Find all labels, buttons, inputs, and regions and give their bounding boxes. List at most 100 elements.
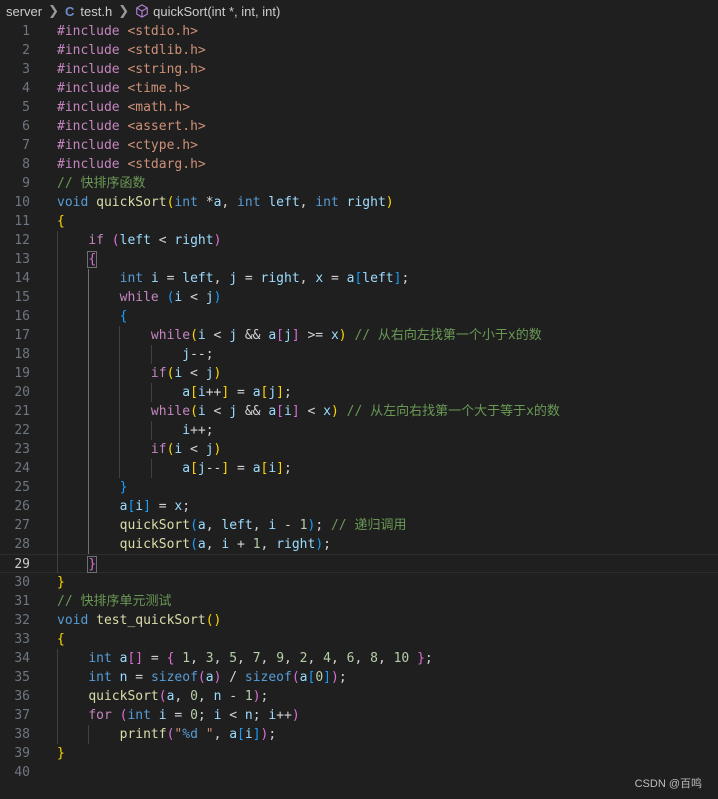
code-line[interactable]: 32 void test_quickSort() <box>0 611 718 630</box>
code-line[interactable]: 26 a[i] = x; <box>0 497 718 516</box>
code-line[interactable]: 5 #include <math.h> <box>0 98 718 117</box>
code-token: && <box>237 328 269 343</box>
code-token: ; <box>182 499 191 514</box>
code-token: // 递归调用 <box>330 518 407 533</box>
line-number: 23 <box>14 442 30 457</box>
code-text: while (i < j) <box>57 288 222 307</box>
code-line[interactable]: 39} <box>0 744 718 763</box>
code-token: ) <box>385 195 394 210</box>
code-line[interactable]: 25 } <box>0 478 718 497</box>
code-line[interactable]: 38 printf("%d ", a[i]); <box>0 725 718 744</box>
code-line[interactable]: 22 i++; <box>0 421 718 440</box>
code-token: left <box>119 233 151 248</box>
code-text: { <box>57 307 128 326</box>
code-token: ; <box>323 537 331 552</box>
code-line[interactable]: 33 { <box>0 630 718 649</box>
code-line[interactable]: 16 { <box>0 307 718 326</box>
code-line[interactable]: 9 // 快排序函数 <box>0 174 718 193</box>
code-line[interactable]: 8 #include <stdarg.h> <box>0 155 718 174</box>
code-line[interactable]: 27 quickSort(a, left, i - 1); // 递归调用 <box>0 516 718 535</box>
code-token: < <box>182 366 206 381</box>
code-token: ( <box>190 404 198 419</box>
code-line[interactable]: 7 #include <ctype.h> <box>0 136 718 155</box>
code-text: { <box>57 250 98 269</box>
code-token: { <box>119 309 128 324</box>
code-line[interactable]: 24 a[j--] = a[i]; <box>0 459 718 478</box>
code-line[interactable]: 13 { <box>0 250 718 269</box>
code-token: #include <box>57 138 120 153</box>
code-text: void quickSort(int *a, int left, int rig… <box>57 193 394 212</box>
code-text: } <box>57 555 98 574</box>
code-token: { <box>87 251 98 268</box>
code-text: while(i < j && a[i] < x) // 从左向右找第一个大于等于… <box>57 402 560 421</box>
code-line[interactable]: 31 // 快排序单元测试 <box>0 592 718 611</box>
code-line[interactable]: 3 #include <string.h> <box>0 60 718 79</box>
breadcrumb-file[interactable]: C test.h <box>65 4 112 19</box>
line-number: 37 <box>14 708 30 723</box>
line-number: 38 <box>14 727 30 742</box>
code-line[interactable]: 34 int a[] = { 1, 3, 5, 7, 9, 2, 4, 6, 8… <box>0 649 718 668</box>
code-token: <ctype.h> <box>127 138 198 153</box>
code-token: j <box>229 328 238 343</box>
line-number: 34 <box>14 651 30 666</box>
code-line[interactable]: 20 a[i++] = a[j]; <box>0 383 718 402</box>
indent-guide <box>151 383 152 402</box>
code-token: [ <box>237 727 245 742</box>
code-line[interactable]: 17 while(i < j && a[j] >= x) // 从右向左找第一个… <box>0 326 718 345</box>
code-line[interactable]: 30} <box>0 573 718 592</box>
breadcrumb-symbol[interactable]: quickSort(int *, int, int) <box>135 4 280 19</box>
code-line[interactable]: 37 for (int i = 0; i < n; i++) <box>0 706 718 725</box>
indent-guide <box>119 326 120 478</box>
code-editor[interactable]: 1 #include <stdio.h> 2 #include <stdlib.h> 3… <box>0 22 718 799</box>
code-line[interactable]: 19 if(i < j) <box>0 364 718 383</box>
code-text: #include <stdlib.h> <box>57 41 206 60</box>
indent-guide <box>57 649 58 744</box>
code-line[interactable]: 12 if (left < right) <box>0 231 718 250</box>
code-text: a[i] = x; <box>57 497 190 516</box>
breadcrumb-folder[interactable]: server <box>6 4 42 19</box>
code-line[interactable]: 2 #include <stdlib.h> <box>0 41 718 60</box>
code-token: 1 <box>252 537 261 552</box>
code-token: -- <box>205 461 222 476</box>
code-token: ( <box>158 689 167 704</box>
code-line[interactable]: 15 while (i < j) <box>0 288 718 307</box>
code-line[interactable]: 10 void quickSort(int *a, int left, int r… <box>0 193 718 212</box>
code-token: ; <box>197 708 214 723</box>
code-line[interactable]: 4 #include <time.h> <box>0 79 718 98</box>
code-token: < <box>299 404 324 419</box>
code-token: && <box>237 404 269 419</box>
code-line[interactable]: 28 quickSort(a, i + 1, right); <box>0 535 718 554</box>
code-line[interactable]: 18 j--; <box>0 345 718 364</box>
code-line[interactable]: 36 quickSort(a, 0, n - 1); <box>0 687 718 706</box>
code-line[interactable]: 40 <box>0 763 718 782</box>
code-line[interactable]: 1 #include <stdio.h> <box>0 22 718 41</box>
code-token: ) <box>330 404 339 419</box>
code-line[interactable]: 35 int n = sizeof(a) / sizeof(a[0]); <box>0 668 718 687</box>
code-line[interactable]: 6 #include <assert.h> <box>0 117 718 136</box>
line-number: 39 <box>14 746 30 761</box>
code-text: #include <stdio.h> <box>57 22 198 41</box>
indent-guide <box>88 725 89 744</box>
code-token: <time.h> <box>127 81 191 96</box>
code-line[interactable]: 21 while(i < j && a[i] < x) // 从左向右找第一个大… <box>0 402 718 421</box>
code-text: } <box>57 478 128 497</box>
code-line[interactable]: 29 } <box>0 554 718 573</box>
code-token: a <box>252 461 261 476</box>
code-line[interactable]: 11 { <box>0 212 718 231</box>
code-token: int <box>119 271 144 286</box>
code-line[interactable]: 23 if(i < j) <box>0 440 718 459</box>
code-token: ] <box>252 727 261 742</box>
code-token: } <box>87 556 98 573</box>
code-token: , <box>213 271 230 286</box>
code-token: a <box>182 385 191 400</box>
code-line[interactable]: 14 int i = left, j = right, x = a[left]; <box>0 269 718 288</box>
code-token: ; <box>252 708 269 723</box>
